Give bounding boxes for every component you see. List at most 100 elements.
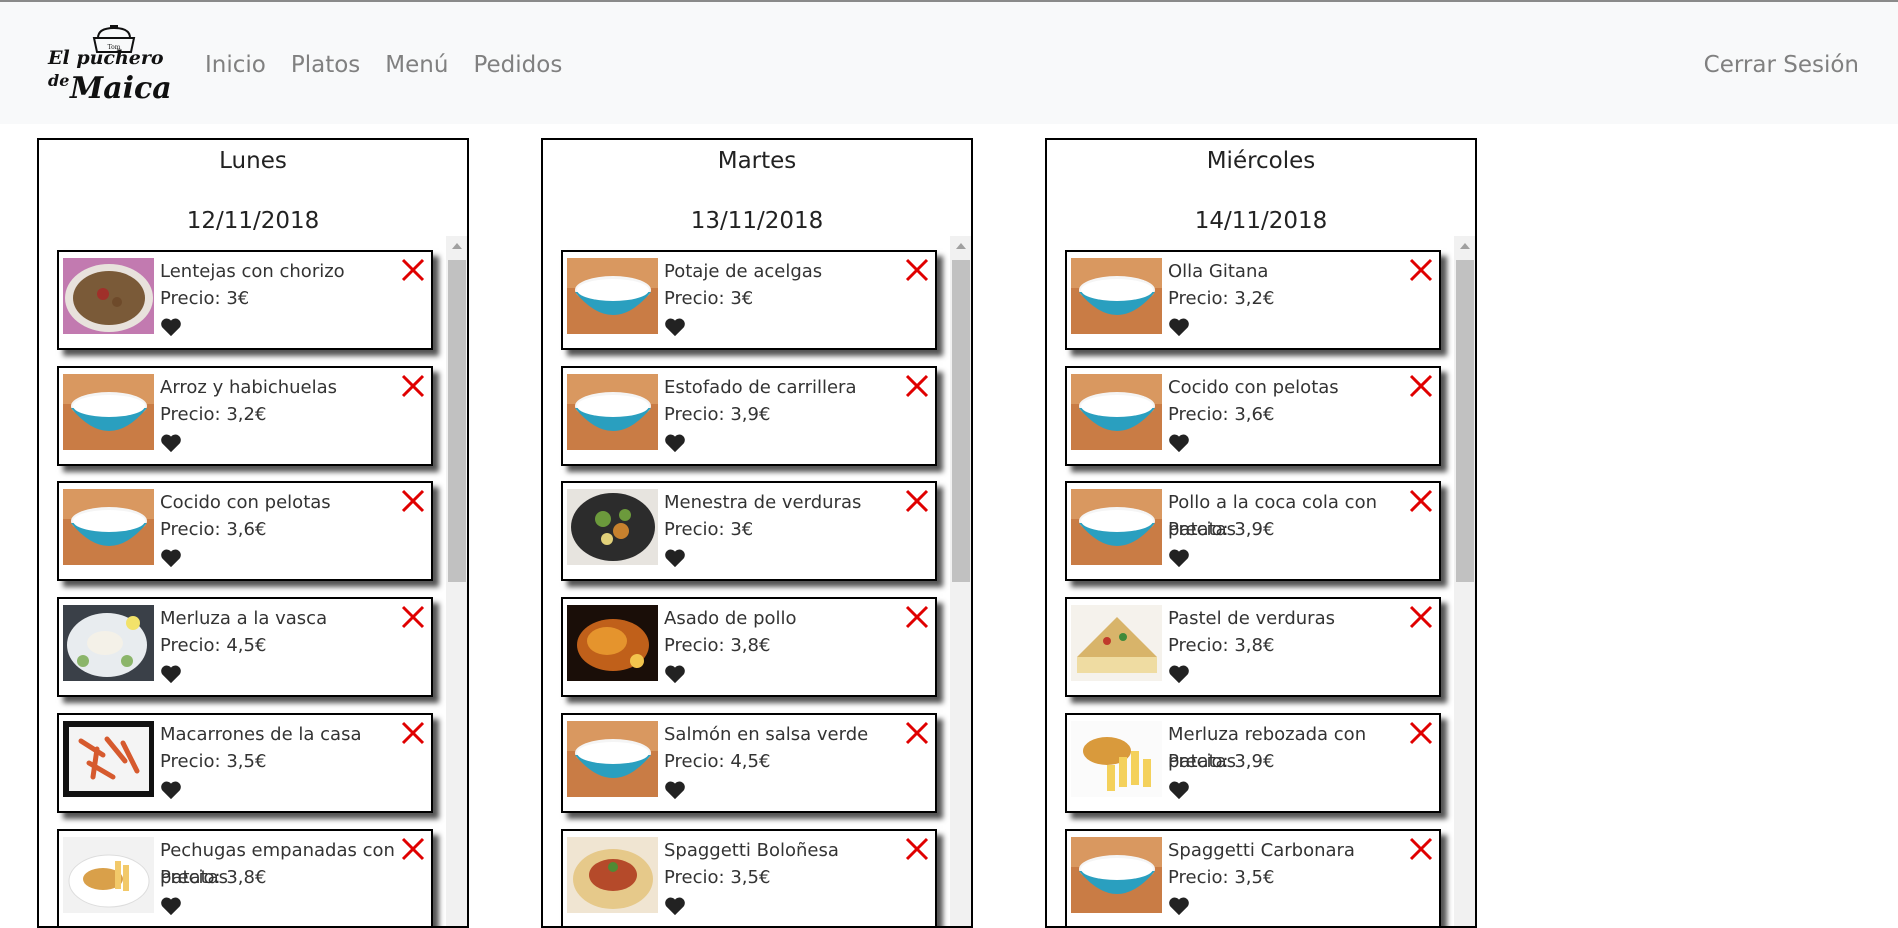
dish-card[interactable]: Pastel de verduras Precio: 3,8€ (1065, 597, 1441, 697)
heart-icon[interactable] (1168, 896, 1190, 916)
scroll-thumb[interactable] (952, 260, 970, 582)
heart-icon[interactable] (160, 433, 182, 453)
remove-dish-icon[interactable] (1408, 720, 1434, 746)
remove-dish-icon[interactable] (904, 257, 930, 283)
nav-link-menu[interactable]: Menú (385, 52, 448, 78)
dish-price: Precio: 3,5€ (1168, 867, 1275, 888)
heart-icon[interactable] (664, 780, 686, 800)
remove-dish-icon[interactable] (904, 373, 930, 399)
day-column-1: Martes 13/11/2018 Potaje de acelgas Precio:… (541, 138, 973, 928)
remove-dish-icon[interactable] (400, 257, 426, 283)
scroll-up-arrow-icon[interactable] (1454, 236, 1475, 256)
remove-dish-icon[interactable] (1408, 488, 1434, 514)
dish-card[interactable]: Cocido con pelotas Precio: 3,6€ (1065, 366, 1441, 466)
heart-icon[interactable] (1168, 664, 1190, 684)
dish-image (567, 374, 658, 450)
dish-list: Potaje de acelgas Precio: 3€ Estofado de c… (561, 250, 952, 926)
dish-image (567, 258, 658, 334)
remove-dish-icon[interactable] (904, 488, 930, 514)
heart-icon[interactable] (664, 664, 686, 684)
svg-text:El puchero: El puchero (47, 47, 164, 69)
nav-link-inicio[interactable]: Inicio (205, 52, 266, 78)
nav-link-platos[interactable]: Platos (291, 52, 360, 78)
remove-dish-icon[interactable] (1408, 836, 1434, 862)
dish-card[interactable]: Merluza a la vasca Precio: 4,5€ (57, 597, 433, 697)
remove-dish-icon[interactable] (904, 836, 930, 862)
dish-card[interactable]: Macarrones de la casa Precio: 3,5€ (57, 713, 433, 813)
brand-logo[interactable]: Tom El puchero de Maica (46, 24, 172, 106)
dish-image (63, 721, 154, 797)
heart-icon[interactable] (160, 317, 182, 337)
heart-icon[interactable] (664, 317, 686, 337)
remove-dish-icon[interactable] (1408, 373, 1434, 399)
scroll-up-arrow-icon[interactable] (950, 236, 971, 256)
remove-dish-icon[interactable] (400, 720, 426, 746)
dish-price: Precio: 3,8€ (664, 635, 771, 656)
dish-card[interactable]: Cocido con pelotas Precio: 3,6€ (57, 481, 433, 581)
dish-card[interactable]: Lentejas con chorizo Precio: 3€ (57, 250, 433, 350)
dish-price: Precio: 4,5€ (664, 751, 771, 772)
dish-image (63, 258, 154, 334)
logout-link[interactable]: Cerrar Sesión (1704, 52, 1859, 78)
heart-icon[interactable] (664, 433, 686, 453)
day-name: Miércoles (1206, 148, 1316, 174)
dish-card[interactable]: Spaggetti Carbonara Precio: 3,5€ (1065, 829, 1441, 926)
heart-icon[interactable] (1168, 317, 1190, 337)
dish-price: Precio: 3€ (664, 288, 754, 309)
dish-name: Lentejas con chorizo (160, 261, 345, 282)
remove-dish-icon[interactable] (1408, 604, 1434, 630)
dish-price: Precio: 4,5€ (160, 635, 267, 656)
heart-icon[interactable] (160, 896, 182, 916)
scroll-thumb[interactable] (448, 260, 466, 582)
dish-card[interactable]: Olla Gitana Precio: 3,2€ (1065, 250, 1441, 350)
heart-icon[interactable] (1168, 433, 1190, 453)
scroll-thumb[interactable] (1456, 260, 1474, 582)
remove-dish-icon[interactable] (400, 604, 426, 630)
remove-dish-icon[interactable] (400, 836, 426, 862)
svg-text:de: de (48, 71, 69, 90)
dish-card[interactable]: Pechugas empanadas con patatas Precio: 3,… (57, 829, 433, 926)
remove-dish-icon[interactable] (400, 488, 426, 514)
scrollbar[interactable] (446, 236, 467, 926)
dish-name: Asado de pollo (664, 608, 797, 629)
dish-card[interactable]: Potaje de acelgas Precio: 3€ (561, 250, 937, 350)
heart-icon[interactable] (160, 664, 182, 684)
nav-link-pedidos[interactable]: Pedidos (473, 52, 562, 78)
dish-price: Precio: 3,9€ (1168, 519, 1275, 540)
heart-icon[interactable] (1168, 548, 1190, 568)
heart-icon[interactable] (1168, 780, 1190, 800)
dish-image (1071, 489, 1162, 565)
dish-name: Pastel de verduras (1168, 608, 1335, 629)
heart-icon[interactable] (160, 548, 182, 568)
dish-card[interactable]: Spaggetti Boloñesa Precio: 3,5€ (561, 829, 937, 926)
dish-card[interactable]: Estofado de carrillera Precio: 3,9€ (561, 366, 937, 466)
heart-icon[interactable] (664, 896, 686, 916)
dish-image (1071, 837, 1162, 913)
dish-name: Potaje de acelgas (664, 261, 823, 282)
dish-image (567, 489, 658, 565)
dish-image (1071, 374, 1162, 450)
dish-card[interactable]: Pollo a la coca cola con patatas Precio: … (1065, 481, 1441, 581)
heart-icon[interactable] (664, 548, 686, 568)
dish-card[interactable]: Salmón en salsa verde Precio: 4,5€ (561, 713, 937, 813)
dish-image (1071, 605, 1162, 681)
heart-icon[interactable] (160, 780, 182, 800)
dish-image (63, 374, 154, 450)
dish-name: Salmón en salsa verde (664, 724, 869, 745)
dish-image (63, 837, 154, 913)
remove-dish-icon[interactable] (1408, 257, 1434, 283)
day-date: 12/11/2018 (186, 208, 320, 234)
remove-dish-icon[interactable] (904, 604, 930, 630)
remove-dish-icon[interactable] (400, 373, 426, 399)
dish-name: Cocido con pelotas (1168, 377, 1339, 398)
dish-image (567, 721, 658, 797)
scrollbar[interactable] (950, 236, 971, 926)
dish-card[interactable]: Arroz y habichuelas Precio: 3,2€ (57, 366, 433, 466)
dish-card[interactable]: Menestra de verduras Precio: 3€ (561, 481, 937, 581)
day-column-2: Miércoles 14/11/2018 Olla Gitana Precio: 3,… (1045, 138, 1477, 928)
dish-card[interactable]: Asado de pollo Precio: 3,8€ (561, 597, 937, 697)
dish-card[interactable]: Merluza rebozada con patatas Precio: 3,9€ (1065, 713, 1441, 813)
scroll-up-arrow-icon[interactable] (446, 236, 467, 256)
scrollbar[interactable] (1454, 236, 1475, 926)
remove-dish-icon[interactable] (904, 720, 930, 746)
